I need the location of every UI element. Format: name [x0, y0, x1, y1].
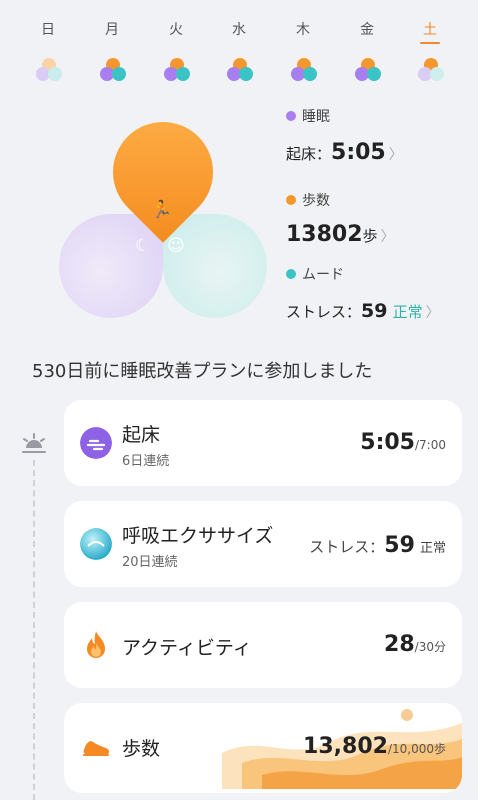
chevron-right-icon: 〉 [388, 147, 403, 163]
wellness-flower[interactable]: 🏃 ☾ ☺ [55, 101, 270, 318]
activity-target: /30分 [414, 640, 446, 654]
sleep-label: 睡眠 [302, 109, 330, 125]
mini-flower-icon [164, 58, 192, 84]
steps-value: 13802 [286, 222, 363, 247]
activity-card[interactable]: アクティビティ 28/30分 [64, 602, 462, 688]
sunrise-icon [22, 433, 46, 453]
card-title: 起床 [122, 424, 161, 446]
steps-target: /10,000歩 [387, 742, 446, 756]
steps-value: 13,802 [303, 734, 388, 759]
card-subtitle: 20日連続 [122, 555, 178, 570]
stress-stat[interactable]: ストレス：59 正常〉 [286, 300, 440, 322]
day-friday[interactable]: 金 [347, 20, 387, 81]
wake-label: 起床： [286, 145, 332, 163]
day-tuesday[interactable]: 火 [156, 20, 196, 81]
chevron-right-icon: 〉 [425, 305, 440, 321]
wake-value: 5:05 [331, 140, 386, 165]
moon-icon: ☾ [135, 236, 151, 256]
plan-title: 530日前に睡眠改善プランに参加しました [32, 361, 373, 382]
mini-flower-icon [291, 58, 319, 84]
sleep-dot [286, 111, 296, 121]
card-title: 呼吸エクササイズ [122, 525, 274, 547]
flame-icon [87, 631, 105, 658]
mood-petal [163, 214, 267, 318]
stress-value: 59 [384, 533, 415, 558]
steps-dot [286, 195, 296, 205]
mood-label: ムード [302, 267, 344, 283]
card-title: アクティビティ [122, 637, 252, 659]
day-label: 金 [360, 22, 374, 38]
wake-target: /7:00 [415, 438, 446, 452]
steps-stat[interactable]: 13802歩〉 [286, 222, 395, 247]
week-selector: 日 月 火 水 木 金 土 [0, 0, 478, 100]
day-label: 月 [105, 22, 119, 38]
day-label: 火 [169, 22, 183, 38]
mood-legend: ムード [286, 264, 344, 284]
shoe-icon [83, 741, 110, 756]
day-label: 水 [232, 22, 246, 38]
mini-flower-icon [418, 58, 446, 84]
mini-flower-icon [227, 58, 255, 84]
stress-status: 正常 [392, 303, 423, 321]
day-wednesday[interactable]: 水 [219, 20, 259, 81]
card-subtitle: 6日連続 [122, 454, 170, 469]
breathing-card[interactable]: 呼吸エクササイズ 20日連続 ストレス：59 正常 [64, 501, 462, 587]
stress-label: ストレス： [286, 303, 362, 321]
activity-metric: 28/30分 [384, 632, 446, 657]
wake-metric: 5:05/7:00 [360, 430, 446, 455]
smile-icon: ☺ [167, 236, 185, 256]
day-thursday[interactable]: 木 [283, 20, 323, 81]
day-label: 土 [423, 22, 437, 38]
mini-flower-icon [36, 58, 64, 84]
steps-card[interactable]: 歩数 13,802/10,000歩 [64, 703, 462, 793]
stress-label: ストレス： [309, 538, 385, 556]
mood-dot [286, 269, 296, 279]
day-label: 日 [41, 22, 55, 38]
activity-value: 28 [384, 632, 415, 657]
chevron-right-icon: 〉 [380, 229, 395, 245]
sleep-petal [59, 214, 163, 318]
wake-time-stat[interactable]: 起床：5:05 〉 [286, 140, 403, 165]
day-label: 木 [296, 22, 310, 38]
wake-value: 5:05 [360, 430, 415, 455]
day-monday[interactable]: 月 [92, 20, 132, 81]
steps-legend: 歩数 [286, 190, 330, 210]
mini-flower-icon [100, 58, 128, 84]
steps-label: 歩数 [302, 193, 330, 209]
stress-value: 59 [361, 300, 388, 322]
day-saturday[interactable]: 土 [410, 20, 450, 81]
stress-status: 正常 [419, 541, 446, 556]
stress-metric: ストレス：59 正常 [309, 533, 446, 558]
steps-metric: 13,802/10,000歩 [303, 734, 446, 759]
breathing-icon [80, 528, 112, 560]
active-day-indicator [420, 42, 440, 44]
card-title: 歩数 [122, 738, 161, 760]
runner-icon: 🏃 [151, 200, 173, 220]
day-sunday[interactable]: 日 [28, 20, 68, 81]
wake-card[interactable]: 起床 6日連続 5:05/7:00 [64, 400, 462, 486]
steps-unit: 歩 [362, 227, 378, 245]
sleep-legend: 睡眠 [286, 106, 330, 126]
mini-flower-icon [355, 58, 383, 84]
wake-icon [80, 427, 112, 459]
timeline-rail [33, 460, 35, 800]
